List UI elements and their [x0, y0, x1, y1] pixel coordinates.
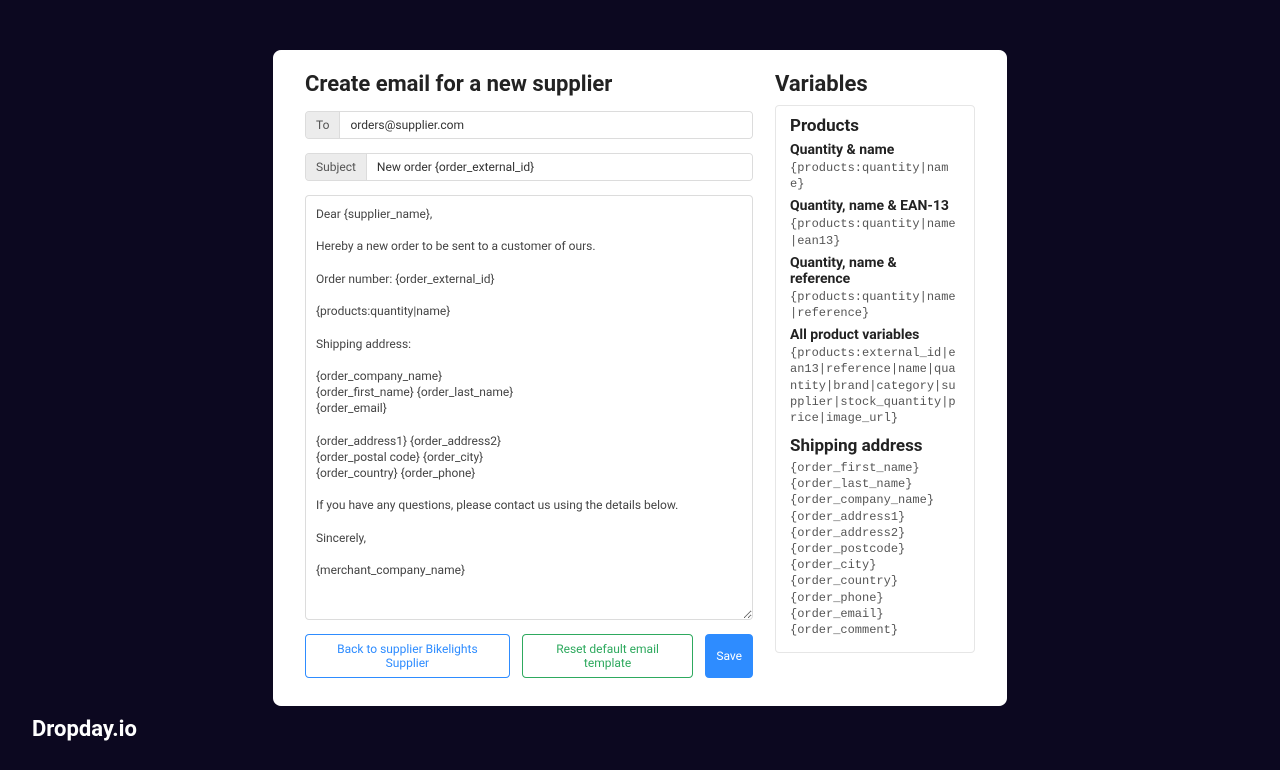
reset-button[interactable]: Reset default email template — [522, 634, 694, 678]
shipping-code[interactable]: {order_first_name} {order_last_name} {or… — [790, 460, 960, 638]
qne-code[interactable]: {products:quantity|name|ean13} — [790, 216, 960, 248]
subject-input[interactable] — [367, 154, 752, 180]
back-button[interactable]: Back to supplier Bikelights Supplier — [305, 634, 510, 678]
email-template-card: Create email for a new supplier To Subje… — [273, 50, 1007, 706]
save-button[interactable]: Save — [705, 634, 753, 678]
body-textarea[interactable] — [305, 195, 753, 620]
all-code[interactable]: {products:external_id|ean13|reference|na… — [790, 345, 960, 426]
page-title: Create email for a new supplier — [305, 72, 753, 97]
to-field-row: To — [305, 111, 753, 139]
form-column: Create email for a new supplier To Subje… — [305, 72, 753, 678]
qne-label: Quantity, name & EAN-13 — [790, 198, 960, 214]
brand-logo: Dropday.io — [32, 717, 137, 742]
variables-column: Variables Products Quantity & name {prod… — [775, 72, 975, 678]
qnr-code[interactable]: {products:quantity|name|reference} — [790, 289, 960, 321]
to-input[interactable] — [340, 112, 752, 138]
shipping-heading: Shipping address — [790, 436, 960, 456]
variables-title: Variables — [775, 72, 975, 97]
to-label: To — [306, 112, 340, 138]
variables-panel: Products Quantity & name {products:quant… — [775, 105, 975, 653]
subject-label: Subject — [306, 154, 367, 180]
qn-code[interactable]: {products:quantity|name} — [790, 160, 960, 192]
products-heading: Products — [790, 116, 960, 136]
subject-field-row: Subject — [305, 153, 753, 181]
button-row: Back to supplier Bikelights Supplier Res… — [305, 634, 753, 678]
qnr-label: Quantity, name & reference — [790, 255, 960, 287]
all-label: All product variables — [790, 327, 960, 343]
qn-label: Quantity & name — [790, 142, 960, 158]
